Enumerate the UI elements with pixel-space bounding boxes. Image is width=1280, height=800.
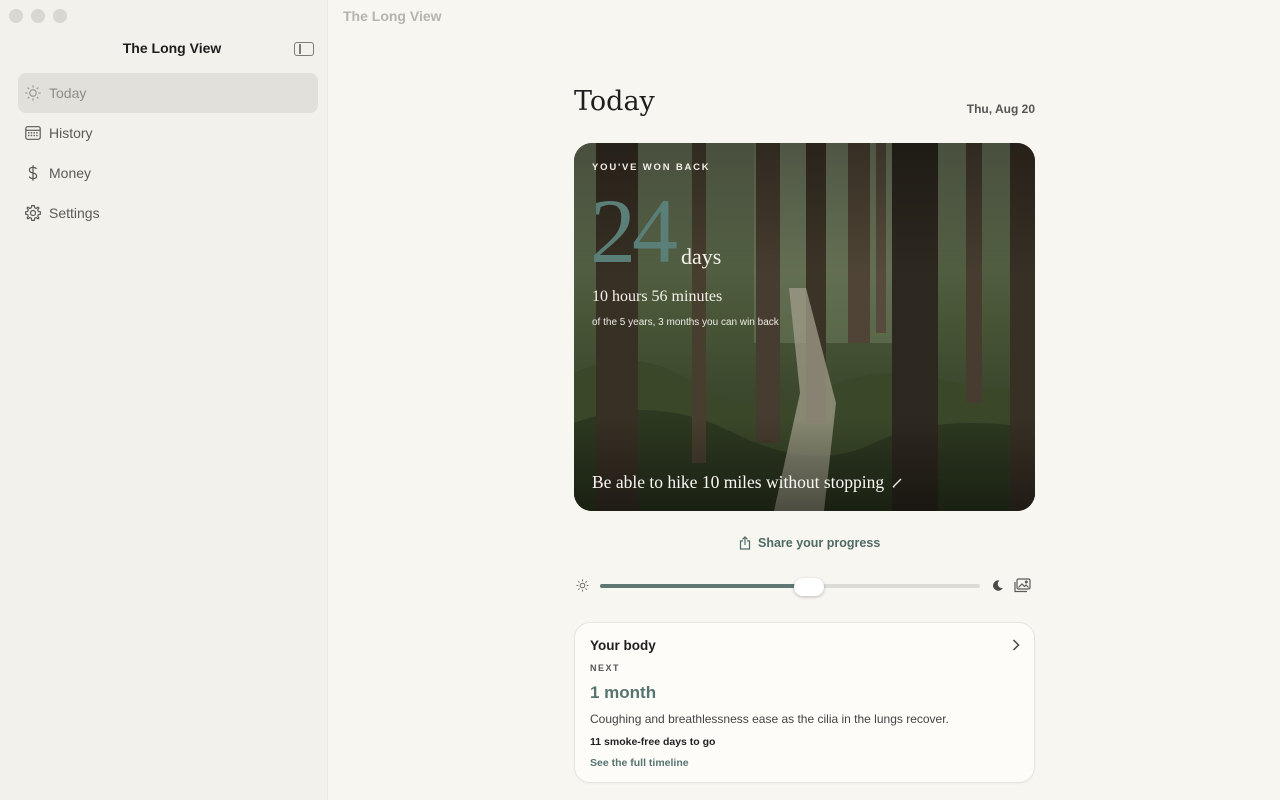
slider-fill: [600, 584, 809, 588]
card-title: Your body: [590, 638, 656, 653]
zoom-window-button[interactable]: [53, 9, 67, 23]
theme-slider-row: [574, 576, 1035, 596]
total-winback-label: of the 5 years, 3 months you can win bac…: [592, 317, 779, 328]
photo-icon[interactable]: [1014, 578, 1031, 593]
close-window-button[interactable]: [9, 9, 23, 23]
sun-small-icon: [576, 579, 589, 592]
gear-icon: [24, 204, 42, 222]
sidebar-toggle-icon[interactable]: [294, 42, 314, 56]
sidebar-title: The Long View: [122, 40, 222, 56]
your-body-card[interactable]: Your body NEXT 1 month Coughing and brea…: [574, 622, 1035, 783]
next-label: NEXT: [590, 663, 621, 673]
milestone-description: Coughing and breathlessness ease as the …: [590, 712, 949, 726]
calendar-icon: [24, 124, 42, 142]
progress-hero-card: YOU'VE WON BACK 24 days 10 hours 56 minu…: [574, 143, 1035, 511]
milestone-label: 1 month: [590, 683, 657, 702]
sidebar-item-today[interactable]: Today: [18, 73, 318, 113]
page-title: Today: [574, 86, 655, 117]
goal-label: Be able to hike 10 miles without stoppin…: [592, 472, 885, 492]
sidebar-item-label: Settings: [49, 205, 100, 221]
days-to-go-label: 11 smoke-free days to go: [590, 736, 716, 748]
sun-icon: [24, 84, 42, 102]
slider-thumb[interactable]: [794, 578, 824, 596]
days-unit-label: days: [681, 244, 722, 269]
dollar-icon: [24, 164, 42, 182]
page-date: Thu, Aug 20: [966, 102, 1035, 116]
share-progress-button[interactable]: Share your progress: [739, 536, 880, 550]
window-controls: [9, 9, 67, 23]
main-content: Today Thu, Aug 20 YOU'VE WON BACK 24 day…: [329, 0, 1280, 800]
sidebar-item-label: Money: [49, 165, 92, 181]
sidebar-item-label: Today: [49, 85, 87, 101]
chevron-right-icon[interactable]: [1012, 639, 1020, 651]
hours-minutes-label: 10 hours 56 minutes: [592, 288, 723, 305]
brightness-slider[interactable]: [600, 578, 980, 596]
days-won-number: 24: [590, 180, 678, 282]
sidebar-nav: Today History Money Settings: [18, 73, 318, 233]
minimize-window-button[interactable]: [31, 9, 45, 23]
app-window: The Long View Today History Money Settin…: [0, 0, 1280, 800]
sidebar-item-settings[interactable]: Settings: [18, 193, 318, 233]
moon-icon: [993, 580, 1003, 591]
sidebar-item-label: History: [49, 125, 93, 141]
share-label: Share your progress: [758, 536, 881, 550]
full-timeline-link[interactable]: See the full timeline: [590, 757, 689, 769]
sidebar-item-history[interactable]: History: [18, 113, 318, 153]
goal-text[interactable]: Be able to hike 10 miles without stoppin…: [592, 472, 902, 493]
share-icon: [739, 536, 751, 550]
pencil-icon[interactable]: [892, 478, 902, 488]
hero-kicker: YOU'VE WON BACK: [592, 162, 711, 173]
sidebar-item-money[interactable]: Money: [18, 153, 318, 193]
sidebar: The Long View Today History Money Settin…: [0, 0, 328, 800]
